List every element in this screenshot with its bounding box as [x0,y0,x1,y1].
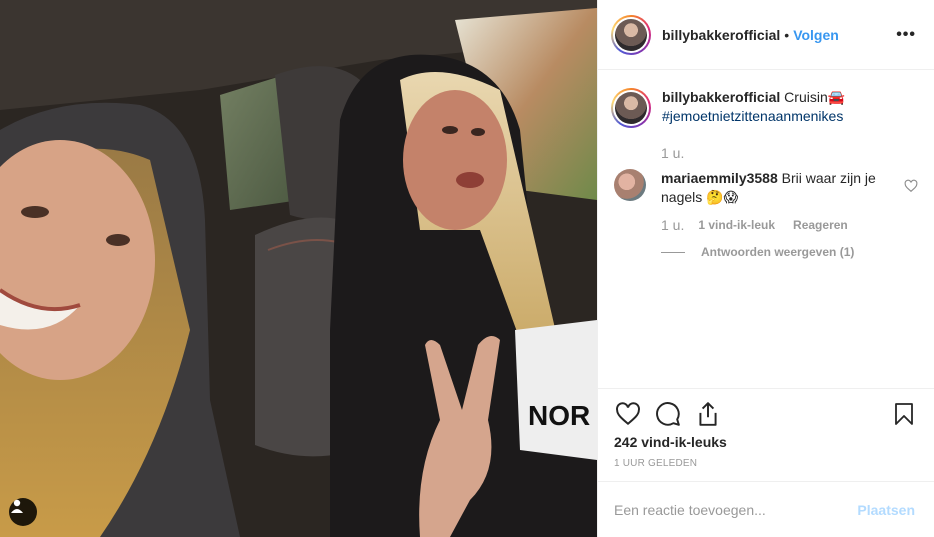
author-avatar[interactable] [611,14,651,55]
comment-actions: 1 u. 1 vind-ik-leuk Reageren [661,217,918,233]
bookmark-icon[interactable] [890,400,918,428]
author-avatar-image [615,18,647,51]
commenter-avatar[interactable] [614,169,646,201]
caption-text: billybakkerofficial Cruisin🚘 #jemoetniet… [662,88,845,128]
post-comment-button[interactable]: Plaatsen [857,502,915,518]
post-actions: 242 vind-ik-leuks 1 UUR GELEDEN [598,388,934,481]
comment-input[interactable] [614,501,858,518]
commenter-username[interactable]: mariaemmily3588 [661,170,778,186]
caption-avatar-image [615,92,647,124]
comment-item: mariaemmily3588 Brii waar zijn je nagels… [611,169,918,207]
svg-text:NOR: NOR [528,400,590,431]
caption-time[interactable]: 1 u. [661,145,918,161]
heart-icon[interactable] [614,400,642,428]
caption: billybakkerofficial Cruisin🚘 #jemoetniet… [611,88,918,128]
comment-text: mariaemmily3588 Brii waar zijn je nagels… [661,169,891,207]
follow-button[interactable]: Volgen [793,27,839,43]
view-replies-label: Antwoorden weergeven (1) [701,245,855,259]
user-tag-icon[interactable] [9,498,37,526]
replies-divider-line [661,251,685,253]
reply-button[interactable]: Reageren [793,218,848,232]
caption-body: Cruisin🚘 [784,89,846,105]
separator-dot: • [784,26,790,43]
caption-hashtag[interactable]: #jemoetnietzittenaanmenikes [662,108,843,124]
caption-username[interactable]: billybakkerofficial [662,89,780,105]
post-timestamp: 1 UUR GELEDEN [614,458,698,469]
comment-icon[interactable] [654,400,682,428]
photo-illustration: NOR [0,0,597,537]
add-comment-bar: Plaatsen [598,481,934,537]
post-photo[interactable]: NOR [0,0,597,537]
author-username[interactable]: billybakkerofficial [662,27,780,43]
comments-list[interactable]: billybakkerofficial Cruisin🚘 #jemoetniet… [598,70,934,388]
comment-like-heart-icon[interactable] [904,179,918,193]
action-icons [614,389,918,439]
more-options-icon[interactable]: ••• [896,26,922,44]
share-icon[interactable] [694,400,722,428]
view-replies-button[interactable]: Antwoorden weergeven (1) [661,245,918,259]
likes-count[interactable]: 242 vind-ik-leuks [614,434,918,450]
post-sidebar: billybakkerofficial • Volgen ••• billyba… [597,0,934,537]
comment-likes-link[interactable]: 1 vind-ik-leuk [698,218,775,232]
comment-time[interactable]: 1 u. [661,217,684,233]
post-header: billybakkerofficial • Volgen ••• [598,0,934,70]
caption-avatar[interactable] [611,88,651,128]
